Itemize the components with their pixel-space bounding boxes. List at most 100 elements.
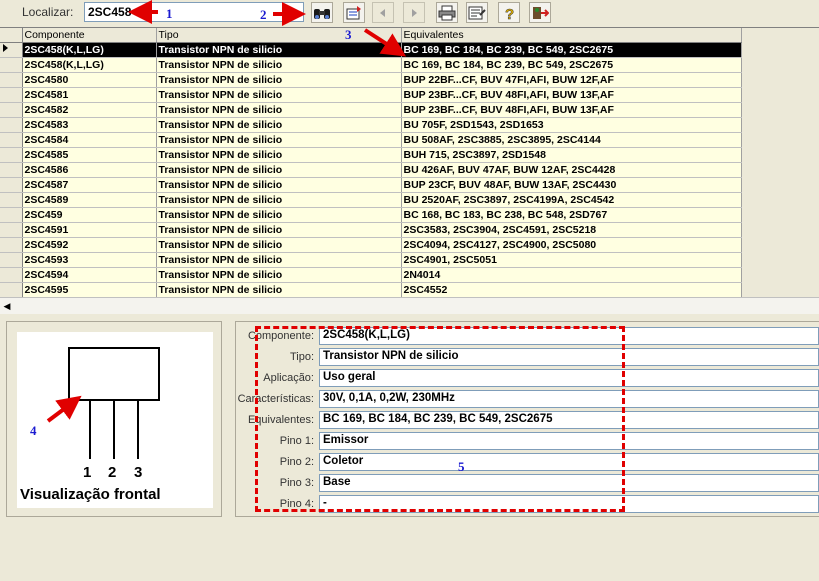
cell-equivalentes[interactable]: BUP 23BF...CF, BUV 48FI,AFI, BUW 13F,AF xyxy=(401,87,742,103)
table-row[interactable]: 2SC4582 Transistor NPN de silicio BUP 23BF… xyxy=(0,102,742,118)
cell-componente[interactable]: 2SC4595 xyxy=(22,282,157,298)
cell-componente[interactable]: 2SC4589 xyxy=(22,192,157,208)
row-indicator[interactable] xyxy=(0,282,23,298)
cell-tipo[interactable]: Transistor NPN de silicio xyxy=(156,177,402,193)
cell-equivalentes[interactable]: BUP 23CF, BUV 48AF, BUW 13AF, 2SC4430 xyxy=(401,177,742,193)
previous-button[interactable] xyxy=(372,2,394,23)
properties-button[interactable] xyxy=(466,2,488,23)
cell-equivalentes[interactable]: BC 169, BC 184, BC 239, BC 549, 2SC2675 xyxy=(401,42,742,58)
row-indicator[interactable] xyxy=(0,87,23,103)
table-row[interactable]: 2SC4593 Transistor NPN de silicio 2SC4901,… xyxy=(0,252,742,268)
cell-componente[interactable]: 2SC458(K,L,LG) xyxy=(22,42,157,58)
cell-tipo[interactable]: Transistor NPN de silicio xyxy=(156,57,402,73)
row-indicator[interactable] xyxy=(0,267,23,283)
cell-componente[interactable]: 2SC4587 xyxy=(22,177,157,193)
table-row[interactable]: 2SC458(K,L,LG) Transistor NPN de silicio B… xyxy=(0,57,742,73)
cell-tipo[interactable]: Transistor NPN de silicio xyxy=(156,237,402,253)
find-button[interactable] xyxy=(311,2,333,23)
cell-tipo[interactable]: Transistor NPN de silicio xyxy=(156,267,402,283)
table-row[interactable]: 2SC4594 Transistor NPN de silicio 2N4014 xyxy=(0,267,742,283)
row-indicator[interactable] xyxy=(0,207,23,223)
table-row[interactable]: 2SC4589 Transistor NPN de silicio BU 2520A… xyxy=(0,192,742,208)
row-indicator[interactable] xyxy=(0,177,23,193)
row-indicator[interactable] xyxy=(0,222,23,238)
table-row[interactable]: 2SC459 Transistor NPN de silicio BC 168, B… xyxy=(0,207,742,223)
horizontal-scrollbar[interactable]: ◀ xyxy=(0,297,819,314)
help-button[interactable]: ? xyxy=(498,2,520,23)
cell-tipo[interactable]: Transistor NPN de silicio xyxy=(156,282,402,298)
row-indicator[interactable] xyxy=(0,42,23,58)
cell-tipo[interactable]: Transistor NPN de silicio xyxy=(156,147,402,163)
table-row[interactable]: 2SC4591 Transistor NPN de silicio 2SC3583,… xyxy=(0,222,742,238)
cell-equivalentes[interactable]: BUP 22BF...CF, BUV 47FI,AFI, BUW 12F,AF xyxy=(401,72,742,88)
table-row[interactable]: 2SC4586 Transistor NPN de silicio BU 426AF… xyxy=(0,162,742,178)
row-indicator[interactable] xyxy=(0,102,23,118)
cell-tipo[interactable]: Transistor NPN de silicio xyxy=(156,162,402,178)
cell-componente[interactable]: 2SC4584 xyxy=(22,132,157,148)
row-indicator[interactable] xyxy=(0,57,23,73)
table-row[interactable]: 2SC458(K,L,LG) Transistor NPN de silicio B… xyxy=(0,42,742,58)
cell-componente[interactable]: 2SC4581 xyxy=(22,87,157,103)
cell-equivalentes[interactable]: 2SC4901, 2SC5051 xyxy=(401,252,742,268)
row-indicator[interactable] xyxy=(0,117,23,133)
cell-componente[interactable]: 2SC4582 xyxy=(22,102,157,118)
table-row[interactable]: 2SC4587 Transistor NPN de silicio BUP 23CF… xyxy=(0,177,742,193)
print-button[interactable] xyxy=(436,2,458,23)
cell-equivalentes[interactable]: BU 508AF, 2SC3885, 2SC3895, 2SC4144 xyxy=(401,132,742,148)
cell-equivalentes[interactable]: 2N4014 xyxy=(401,267,742,283)
cell-equivalentes[interactable]: 2SC4094, 2SC4127, 2SC4900, 2SC5080 xyxy=(401,237,742,253)
cell-equivalentes[interactable]: BC 169, BC 184, BC 239, BC 549, 2SC2675 xyxy=(401,57,742,73)
table-row[interactable]: 2SC4580 Transistor NPN de silicio BUP 22BF… xyxy=(0,72,742,88)
cell-componente[interactable]: 2SC459 xyxy=(22,207,157,223)
cell-componente[interactable]: 2SC4583 xyxy=(22,117,157,133)
cell-tipo[interactable]: Transistor NPN de silicio xyxy=(156,192,402,208)
cell-equivalentes[interactable]: 2SC4552 xyxy=(401,282,742,298)
row-indicator[interactable] xyxy=(0,72,23,88)
cell-equivalentes[interactable]: BU 705F, 2SD1543, 2SD1653 xyxy=(401,117,742,133)
row-indicator[interactable] xyxy=(0,162,23,178)
cell-componente[interactable]: 2SC4586 xyxy=(22,162,157,178)
table-row[interactable]: 2SC4583 Transistor NPN de silicio BU 705F,… xyxy=(0,117,742,133)
column-header-componente[interactable]: Componente xyxy=(22,28,157,43)
cell-equivalentes[interactable]: BUH 715, 2SC3897, 2SD1548 xyxy=(401,147,742,163)
cell-componente[interactable]: 2SC4592 xyxy=(22,237,157,253)
cell-tipo[interactable]: Transistor NPN de silicio xyxy=(156,87,402,103)
cell-tipo[interactable]: Transistor NPN de silicio xyxy=(156,42,402,58)
cell-componente[interactable]: 2SC4585 xyxy=(22,147,157,163)
cell-tipo[interactable]: Transistor NPN de silicio xyxy=(156,117,402,133)
cell-equivalentes[interactable]: BC 168, BC 183, BC 238, BC 548, 2SD767 xyxy=(401,207,742,223)
cell-tipo[interactable]: Transistor NPN de silicio xyxy=(156,222,402,238)
cell-componente[interactable]: 2SC458(K,L,LG) xyxy=(22,57,157,73)
cell-componente[interactable]: 2SC4593 xyxy=(22,252,157,268)
cell-componente[interactable]: 2SC4594 xyxy=(22,267,157,283)
column-header-tipo[interactable]: Tipo xyxy=(156,28,402,43)
cell-tipo[interactable]: Transistor NPN de silicio xyxy=(156,252,402,268)
row-indicator[interactable] xyxy=(0,132,23,148)
column-header-equivalentes[interactable]: Equivalentes xyxy=(401,28,742,43)
row-indicator[interactable] xyxy=(0,147,23,163)
table-row[interactable]: 2SC4581 Transistor NPN de silicio BUP 23BF… xyxy=(0,87,742,103)
scroll-left-icon[interactable]: ◀ xyxy=(2,301,12,311)
next-button[interactable] xyxy=(403,2,425,23)
exit-button[interactable] xyxy=(529,2,551,23)
cell-equivalentes[interactable]: BU 2520AF, 2SC3897, 2SC4199A, 2SC4542 xyxy=(401,192,742,208)
cell-equivalentes[interactable]: BU 426AF, BUV 47AF, BUW 12AF, 2SC4428 xyxy=(401,162,742,178)
search-input[interactable] xyxy=(84,2,304,22)
annotation-box xyxy=(255,326,625,512)
cell-componente[interactable]: 2SC4591 xyxy=(22,222,157,238)
filter-button[interactable] xyxy=(343,2,365,23)
cell-tipo[interactable]: Transistor NPN de silicio xyxy=(156,132,402,148)
row-indicator[interactable] xyxy=(0,192,23,208)
table-row[interactable]: 2SC4595 Transistor NPN de silicio 2SC4552 xyxy=(0,282,742,298)
cell-equivalentes[interactable]: 2SC3583, 2SC3904, 2SC4591, 2SC5218 xyxy=(401,222,742,238)
cell-equivalentes[interactable]: BUP 23BF...CF, BUV 48FI,AFI, BUW 13F,AF xyxy=(401,102,742,118)
row-indicator[interactable] xyxy=(0,237,23,253)
table-row[interactable]: 2SC4585 Transistor NPN de silicio BUH 715,… xyxy=(0,147,742,163)
table-row[interactable]: 2SC4592 Transistor NPN de silicio 2SC4094,… xyxy=(0,237,742,253)
cell-tipo[interactable]: Transistor NPN de silicio xyxy=(156,72,402,88)
cell-tipo[interactable]: Transistor NPN de silicio xyxy=(156,207,402,223)
cell-componente[interactable]: 2SC4580 xyxy=(22,72,157,88)
table-row[interactable]: 2SC4584 Transistor NPN de silicio BU 508AF… xyxy=(0,132,742,148)
row-indicator[interactable] xyxy=(0,252,23,268)
cell-tipo[interactable]: Transistor NPN de silicio xyxy=(156,102,402,118)
